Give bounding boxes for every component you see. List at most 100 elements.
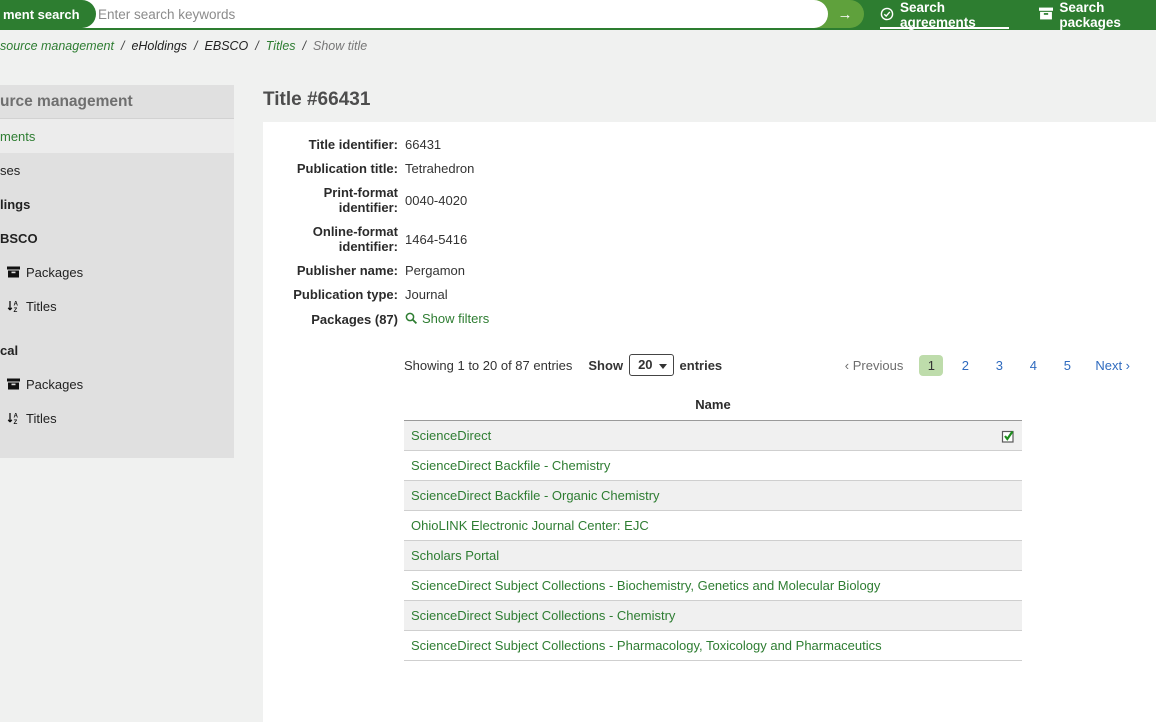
show-label: Show [588,358,623,373]
svg-text:Z: Z [14,419,18,424]
search-packages-link[interactable]: Search packages [1039,1,1156,29]
sidebar-item-label: Packages [26,265,83,280]
package-link[interactable]: ScienceDirect Subject Collections - Chem… [411,608,675,623]
archive-box-icon [7,378,20,390]
sidebar-item-eholdings[interactable]: lings [0,187,234,221]
sidebar-item-label: ments [0,129,35,144]
field-publisher-name: Publisher name: Pergamon [263,263,1156,278]
show-filters-link[interactable]: Show filters [405,311,489,326]
package-link[interactable]: ScienceDirect Subject Collections - Bioc… [411,578,880,593]
sidebar-item-local-titles[interactable]: A Z Titles [0,401,234,435]
search-agreements-link[interactable]: Search agreements [880,3,1009,29]
table-row: ScienceDirect [404,421,1022,451]
archive-box-icon [1039,7,1053,23]
entries-select-value: 20 [638,357,652,372]
field-value: 0040-4020 [405,193,467,208]
search-input-wrap [0,0,828,28]
package-link[interactable]: ScienceDirect [411,428,491,443]
package-link[interactable]: OhioLINK Electronic Journal Center: EJC [411,518,649,533]
field-publication-type: Publication type: Journal [263,287,1156,302]
sidebar-item-ebsco[interactable]: BSCO [0,221,234,255]
breadcrumb-separator: / [121,39,124,53]
field-value: Tetrahedron [405,161,474,176]
show-entries-control: Show 20 entries [588,354,722,376]
table-row: ScienceDirect Subject Collections - Chem… [404,601,1022,631]
field-title-identifier: Title identifier: 66431 [263,137,1156,152]
search-zone: ment search → [0,0,864,28]
search-submit-button[interactable]: → [832,3,858,25]
module-search-tab[interactable]: ment search [0,0,96,28]
sidebar-item-local[interactable]: cal [0,333,234,367]
search-input[interactable] [0,0,828,28]
pagination-next-button[interactable]: Next › [1095,358,1130,373]
svg-text:Z: Z [14,307,18,312]
breadcrumb-link-eholdings[interactable]: eHoldings [131,39,187,53]
breadcrumb-link-titles[interactable]: Titles [266,39,296,53]
field-online-format-identifier: Online-format identifier: 1464-5416 [263,224,1156,254]
field-label: Title identifier: [263,137,398,152]
pagination-previous-button[interactable]: ‹ Previous [845,358,904,373]
top-search-bar: ment search → Search agreements [0,0,1156,30]
sidebar-item-licenses[interactable]: ses [0,153,234,187]
main-content: Title #66431 Title identifier: 66431 Pub… [263,85,1156,645]
breadcrumb-separator: / [303,39,306,53]
field-publication-title: Publication title: Tetrahedron [263,161,1156,176]
entries-label: entries [680,358,723,373]
sidebar-item-label: cal [0,343,18,358]
pagination-page-3[interactable]: 3 [987,358,1011,373]
table-controls: Showing 1 to 20 of 87 entries Show 20 en… [404,354,1130,376]
breadcrumb-link-ebsco[interactable]: EBSCO [205,39,249,53]
field-label: Publisher name: [263,263,398,278]
table-row: ScienceDirect Backfile - Organic Chemist… [404,481,1022,511]
pagination-page-5[interactable]: 5 [1055,358,1079,373]
field-label: Packages (87) [263,312,398,327]
archive-box-icon [7,266,20,278]
sidebar: urce management ments ses lings BSCO Pac… [0,85,234,458]
breadcrumb-current-show-title: Show title [313,39,367,53]
entries-select[interactable]: 20 [629,354,673,376]
check-circle-icon [880,7,894,24]
field-print-format-identifier: Print-format identifier: 0040-4020 [263,185,1156,215]
package-link[interactable]: ScienceDirect Backfile - Organic Chemist… [411,488,660,503]
field-value: 66431 [405,137,441,152]
breadcrumb-separator: / [255,39,258,53]
package-link[interactable]: ScienceDirect Subject Collections - Phar… [411,638,882,653]
search-packages-label: Search packages [1059,0,1156,30]
table-row: Scholars Portal [404,541,1022,571]
table-info: Showing 1 to 20 of 87 entries [404,358,572,373]
sidebar-item-local-packages[interactable]: Packages [0,367,234,401]
breadcrumb: source management / eHoldings / EBSCO / … [0,30,1156,62]
table-row: ScienceDirect Backfile - Chemistry [404,451,1022,481]
search-agreements-label: Search agreements [900,0,1009,30]
pagination: ‹ Previous 1 2 3 4 5 Next › [845,355,1130,376]
field-value: Pergamon [405,263,465,278]
table-row: ScienceDirect Subject Collections - Bioc… [404,571,1022,601]
chevron-down-icon [659,364,667,369]
pagination-page-1[interactable]: 1 [919,355,943,376]
sidebar-item-label: Packages [26,377,83,392]
sidebar-item-label: Titles [26,411,57,426]
title-detail-card: Title identifier: 66431 Publication titl… [263,122,1156,722]
top-nav: Search agreements Search packages [864,0,1156,30]
page-title: Title #66431 [263,85,1156,115]
sidebar-item-label: ses [0,163,20,178]
field-label: Online-format identifier: [263,224,398,254]
field-value: Journal [405,287,448,302]
show-filters-label: Show filters [422,311,489,326]
pagination-page-4[interactable]: 4 [1021,358,1045,373]
package-link[interactable]: ScienceDirect Backfile - Chemistry [411,458,610,473]
pagination-page-2[interactable]: 2 [953,358,977,373]
field-label: Publication title: [263,161,398,176]
sidebar-item-label: Titles [26,299,57,314]
sidebar-item-agreements[interactable]: ments [0,119,234,153]
field-packages: Packages (87) Show filters [263,311,1156,328]
table-row: ScienceDirect Subject Collections - Phar… [404,631,1022,661]
field-label: Publication type: [263,287,398,302]
arrow-right-icon: → [838,6,853,23]
breadcrumb-link-resource-management[interactable]: source management [0,39,114,53]
sidebar-item-ebsco-titles[interactable]: A Z Titles [0,289,234,323]
sidebar-item-label: BSCO [0,231,38,246]
sidebar-item-ebsco-packages[interactable]: Packages [0,255,234,289]
package-link[interactable]: Scholars Portal [411,548,499,563]
sidebar-header: urce management [0,85,234,119]
